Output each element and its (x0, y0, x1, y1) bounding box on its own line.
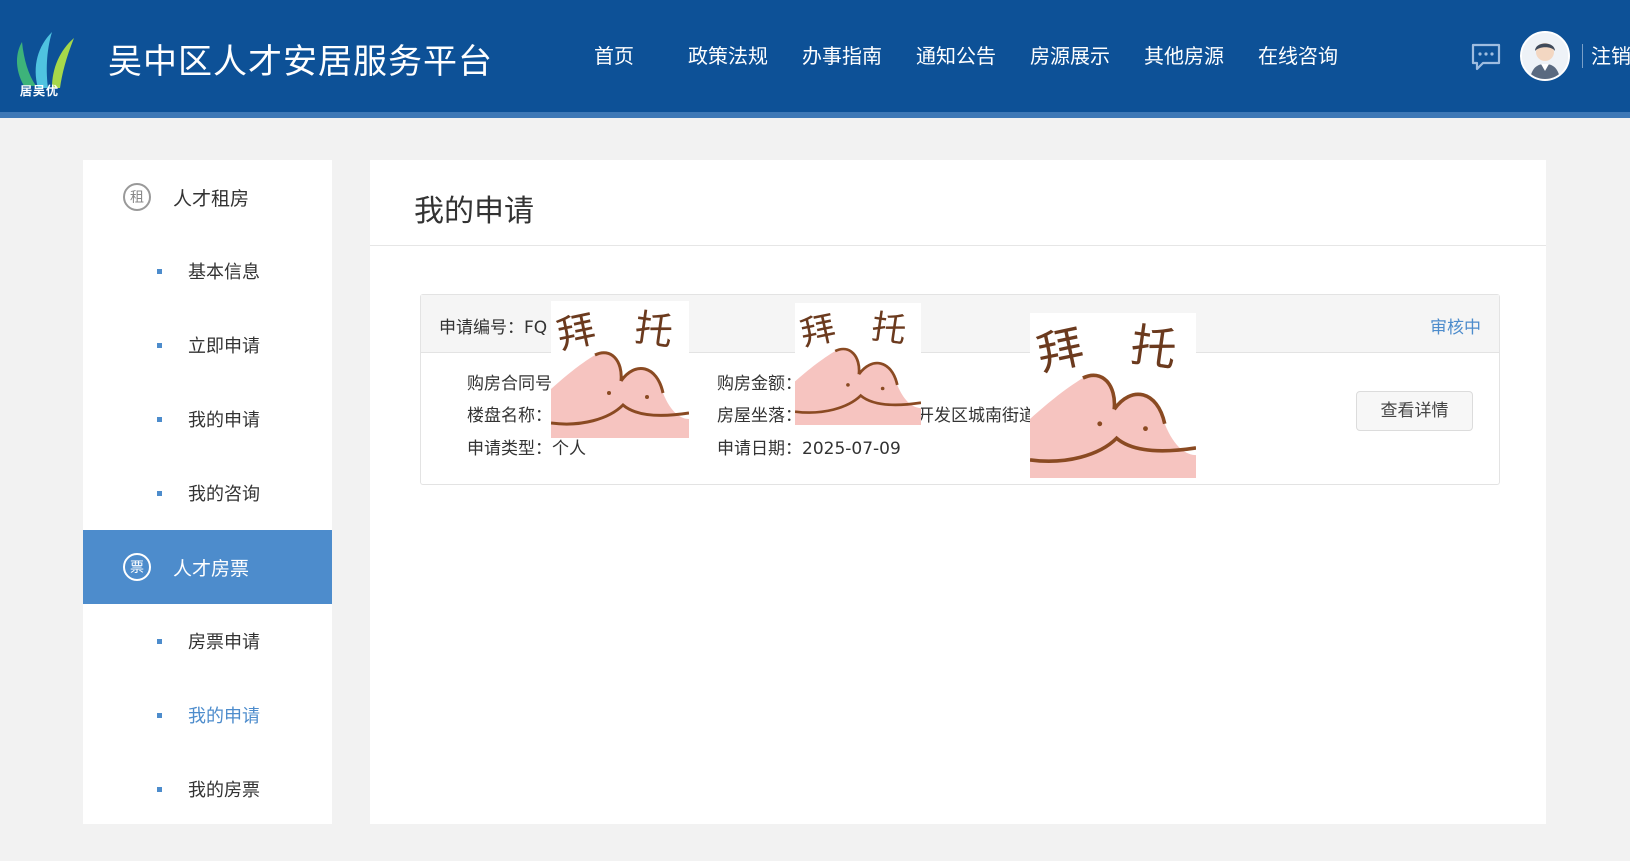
view-details-button[interactable]: 查看详情 (1356, 391, 1473, 431)
sidebar-item-label: 立即申请 (188, 336, 260, 357)
nav-home[interactable]: 首页 (594, 40, 634, 72)
application-type: 申请类型：个人 (467, 439, 586, 459)
ticket-icon: 票 (123, 553, 151, 581)
sticker-text-1: 拜 (553, 307, 599, 358)
house-location-tail: 开发区城南街道 (917, 406, 1036, 426)
sidebar-item-label: 我的咨询 (188, 484, 260, 505)
nav-consult[interactable]: 在线咨询 (1258, 40, 1338, 72)
sidebar-item-label: 我的房票 (188, 780, 260, 801)
sticker-overlay: 拜 托 (795, 303, 921, 425)
sidebar: 租 人才租房 基本信息 立即申请 我的申请 我的咨询 票 人才房票 房票申请 我… (83, 160, 332, 824)
sidebar-item-basic-info[interactable]: 基本信息 (83, 234, 332, 308)
site-title: 吴中区人才安居服务平台 (108, 42, 493, 82)
nav-policy[interactable]: 政策法规 (688, 40, 768, 72)
logout-link[interactable]: 注销 (1591, 40, 1630, 72)
bullet-icon (157, 712, 162, 718)
sidebar-item-my-rental-applications[interactable]: 我的申请 (83, 382, 332, 456)
house-location-label: 房屋坐落： (717, 406, 802, 426)
sidebar-item-my-tickets[interactable]: 我的房票 (83, 752, 332, 826)
bullet-icon (157, 416, 162, 422)
nav-notice[interactable]: 通知公告 (916, 40, 996, 72)
chat-icon[interactable] (1470, 42, 1502, 72)
nav-guide[interactable]: 办事指南 (802, 40, 882, 72)
hands-icon: 拜 托 (795, 307, 921, 425)
contract-number-label: 购房合同号 (467, 374, 552, 394)
sidebar-item-my-ticket-applications[interactable]: 我的申请 (83, 678, 332, 752)
purchase-amount-label: 购房金额： (717, 374, 802, 394)
bullet-icon (157, 490, 162, 496)
sidebar-group-label: 人才房票 (173, 557, 250, 580)
page-title: 我的申请 (414, 194, 534, 229)
status-badge: 审核中 (1430, 318, 1481, 338)
sidebar-item-label: 房票申请 (188, 632, 260, 653)
bullet-icon (157, 786, 162, 792)
sticker-text-2: 托 (869, 307, 909, 351)
title-divider (370, 245, 1546, 246)
sticker-overlay: 拜 托 (1030, 313, 1196, 478)
sidebar-item-label: 我的申请 (188, 410, 260, 431)
project-name-label: 楼盘名称： (467, 406, 552, 426)
sidebar-group-rental[interactable]: 租 人才租房 (83, 160, 332, 234)
sidebar-item-my-consultations[interactable]: 我的咨询 (83, 456, 332, 530)
sticker-text-2: 托 (1127, 318, 1180, 377)
rent-icon: 租 (123, 183, 151, 211)
application-date: 申请日期：2025-07-09 (717, 439, 901, 459)
avatar-icon[interactable] (1520, 31, 1570, 81)
sticker-text-1: 拜 (797, 309, 839, 355)
hands-icon: 拜 托 (1030, 318, 1196, 478)
sidebar-item-label: 基本信息 (188, 262, 260, 283)
logo-text: 居吴优 (20, 84, 60, 98)
main-nav: 首页 政策法规 办事指南 通知公告 房源展示 其他房源 在线咨询 (594, 40, 1372, 72)
hands-icon: 拜 托 (551, 305, 689, 438)
nav-housing[interactable]: 房源展示 (1030, 40, 1110, 72)
nav-other-housing[interactable]: 其他房源 (1144, 40, 1224, 72)
sticker-text-1: 拜 (1033, 320, 1089, 381)
sidebar-group-house-ticket[interactable]: 票 人才房票 (83, 530, 332, 604)
sticker-text-2: 托 (632, 305, 676, 354)
bullet-icon (157, 268, 162, 274)
main-panel: 我的申请 申请编号：FQ 审核中 购房合同号 2 楼盘名称： 申请类型：个人 购… (370, 160, 1546, 824)
bullet-icon (157, 342, 162, 348)
header-divider (0, 112, 1630, 118)
sidebar-group-label: 人才租房 (173, 187, 250, 210)
header-separator (1582, 44, 1583, 68)
sidebar-item-apply-now[interactable]: 立即申请 (83, 308, 332, 382)
top-header: 居吴优 吴中区人才安居服务平台 首页 政策法规 办事指南 通知公告 房源展示 其… (0, 0, 1630, 112)
bullet-icon (157, 638, 162, 644)
sidebar-item-label: 我的申请 (188, 706, 260, 727)
sidebar-item-ticket-apply[interactable]: 房票申请 (83, 604, 332, 678)
sticker-overlay: 拜 托 (551, 301, 689, 438)
application-number: 申请编号：FQ (439, 318, 548, 338)
